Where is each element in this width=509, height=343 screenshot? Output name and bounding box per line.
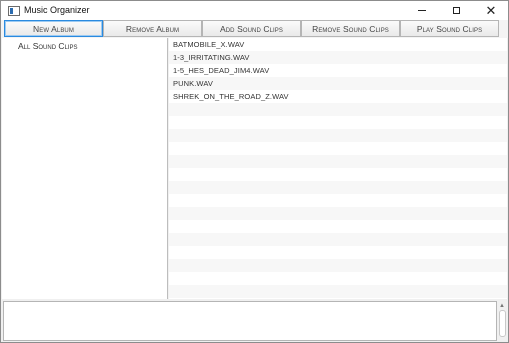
list-row-empty	[169, 220, 507, 233]
maximize-button[interactable]	[439, 1, 473, 20]
title-bar[interactable]: Music Organizer ✕	[1, 1, 508, 20]
list-row-empty	[169, 285, 507, 298]
music-organizer-window: Music Organizer ✕ New Album Remove Album…	[0, 0, 509, 343]
clip-name: SHREK_ON_THE_ROAD_Z.WAV	[173, 92, 289, 101]
close-icon: ✕	[485, 3, 497, 18]
list-row-empty	[169, 181, 507, 194]
new-album-button[interactable]: New Album	[4, 20, 103, 37]
list-item[interactable]: SHREK_ON_THE_ROAD_Z.WAV	[169, 90, 507, 103]
log-scrollbar[interactable]: ▲	[497, 301, 508, 341]
close-button[interactable]: ✕	[474, 1, 508, 20]
play-sound-clips-button[interactable]: Play Sound Clips	[400, 20, 499, 37]
minimize-icon	[418, 10, 426, 11]
scroll-thumb[interactable]	[499, 310, 506, 337]
list-row-empty	[169, 142, 507, 155]
list-row-empty	[169, 168, 507, 181]
list-row-empty	[169, 129, 507, 142]
album-item-all-sound-clips[interactable]: All Sound Clips	[18, 41, 78, 51]
remove-sound-clips-button[interactable]: Remove Sound Clips	[301, 20, 400, 37]
list-row-empty	[169, 259, 507, 272]
list-item[interactable]: BATMOBILE_X.WAV	[169, 38, 507, 51]
list-row-empty	[169, 246, 507, 259]
app-window-icon	[8, 6, 20, 16]
list-row-empty	[169, 207, 507, 220]
album-tree[interactable]: All Sound Clips	[2, 38, 168, 299]
clip-name: PUNK.WAV	[173, 79, 213, 88]
list-item[interactable]: PUNK.WAV	[169, 77, 507, 90]
maximize-icon	[452, 7, 460, 14]
list-row-empty	[169, 116, 507, 129]
list-row-empty	[169, 103, 507, 116]
list-item[interactable]: 1-3_IRRITATING.WAV	[169, 51, 507, 64]
scroll-up-arrow-icon[interactable]: ▲	[499, 303, 505, 309]
window-title: Music Organizer	[24, 5, 90, 15]
list-row-empty	[169, 272, 507, 285]
sound-clip-list[interactable]: BATMOBILE_X.WAV 1-3_IRRITATING.WAV 1-5_H…	[169, 38, 507, 299]
remove-album-button[interactable]: Remove Album	[103, 20, 202, 37]
clip-name: 1-5_HES_DEAD_JIM4.WAV	[173, 66, 270, 75]
list-row-empty	[169, 155, 507, 168]
list-item[interactable]: 1-5_HES_DEAD_JIM4.WAV	[169, 64, 507, 77]
clip-name: BATMOBILE_X.WAV	[173, 40, 245, 49]
toolbar: New Album Remove Album Add Sound Clips R…	[1, 20, 508, 38]
add-sound-clips-button[interactable]: Add Sound Clips	[202, 20, 301, 37]
clip-name: 1-3_IRRITATING.WAV	[173, 53, 250, 62]
list-row-empty	[169, 233, 507, 246]
minimize-button[interactable]	[405, 1, 439, 20]
list-row-empty	[169, 194, 507, 207]
log-text-area[interactable]	[3, 301, 497, 341]
